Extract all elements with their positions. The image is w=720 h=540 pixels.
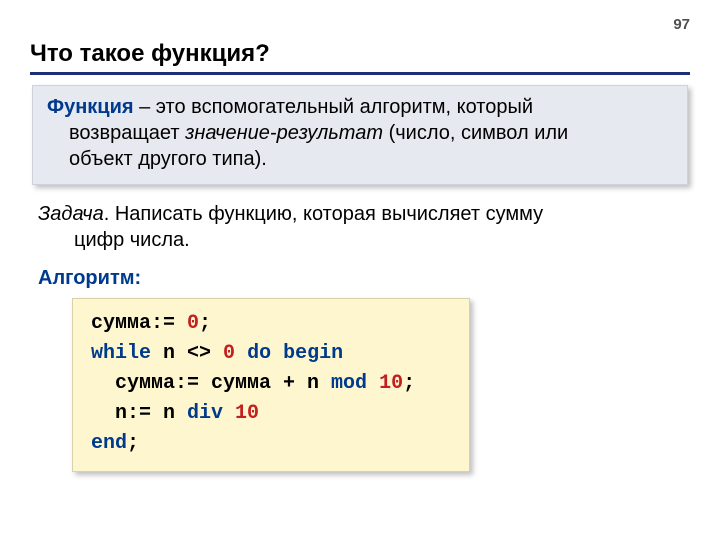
code-line-1: сумма:= 0; <box>91 312 211 335</box>
definition-line3: объект другого типа). <box>47 146 673 172</box>
definition-line2-pre: возвращает <box>69 122 185 144</box>
task-text: Задача. Написать функцию, которая вычисл… <box>38 201 686 253</box>
slide-title: Что такое функция? <box>30 40 690 75</box>
definition-emphasis: значение-результат <box>185 122 383 144</box>
definition-box: Функция – это вспомогательный алгоритм, … <box>32 85 688 185</box>
task-label: Задача <box>38 203 104 225</box>
algorithm-label: Алгоритм: <box>38 267 690 290</box>
code-line-5: end; <box>91 432 139 455</box>
code-line-2: while n <> 0 do begin <box>91 342 343 365</box>
page-number: 97 <box>673 16 690 33</box>
code-line-4: n:= n div 10 <box>91 402 259 425</box>
definition-term: Функция <box>47 96 134 118</box>
definition-text: Функция – это вспомогательный алгоритм, … <box>47 94 673 172</box>
code-line-3: сумма:= сумма + n mod 10; <box>91 372 415 395</box>
definition-line2-post: (число, символ или <box>383 122 568 144</box>
code-box: сумма:= 0; while n <> 0 do begin сумма:=… <box>72 298 470 472</box>
task-line1: . Написать функцию, которая вычисляет су… <box>104 203 543 225</box>
task-line2: цифр числа. <box>38 227 686 253</box>
definition-line1: – это вспомогательный алгоритм, который <box>134 96 534 118</box>
